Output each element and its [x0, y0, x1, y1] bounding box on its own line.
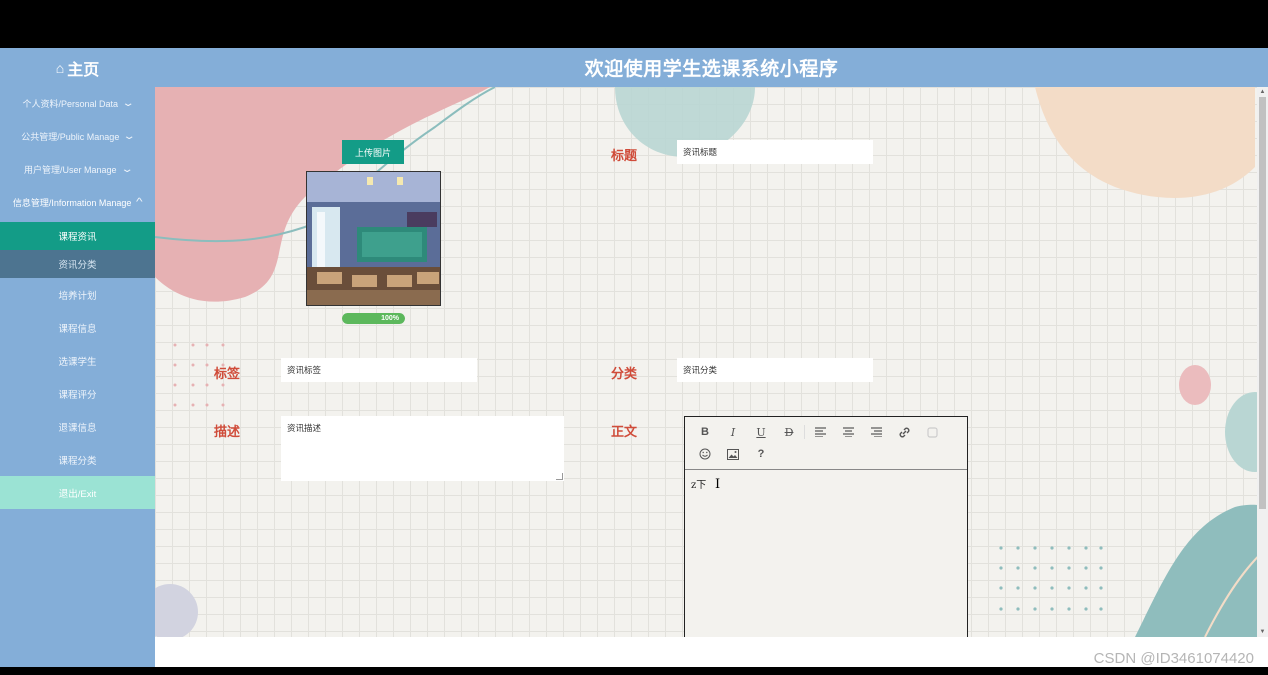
text-cursor-icon: I [715, 477, 721, 492]
progress-fill: 100% [342, 313, 405, 324]
chevron-down-icon: ⌄ [120, 164, 134, 175]
top-black-bar [0, 0, 1268, 48]
sidebar-group-label: 公共管理/Public Manage [21, 132, 120, 142]
category-input[interactable]: 资讯分类 [677, 358, 873, 382]
unlink-icon [926, 426, 938, 438]
main-content: 上传图片 100% 标题 资讯标题 标签 资讯标签 分类 资讯分类 描述 资讯描… [155, 87, 1268, 637]
upload-image-button[interactable]: 上传图片 [342, 140, 404, 164]
resize-handle[interactable] [556, 473, 563, 480]
sidebar-group-public-manage[interactable]: 公共管理/Public Manage ⌄ [0, 120, 155, 153]
scroll-up-arrow-icon[interactable]: ▲ [1257, 87, 1268, 97]
sidebar: 个人资料/Personal Data ⌄ 公共管理/Public Manage … [0, 87, 155, 667]
rich-text-editor: B I U D ? z下 I [684, 416, 968, 637]
sidebar-group-label: 信息管理/Information Manage [12, 198, 132, 208]
sidebar-item-exit[interactable]: 退出/Exit [0, 476, 155, 509]
sidebar-item-enrolled-students[interactable]: 选课学生 [0, 344, 155, 377]
align-center-button[interactable] [834, 421, 862, 443]
home-icon: ⌂ [55, 59, 65, 76]
strikethrough-button[interactable]: D [775, 421, 803, 443]
align-left-icon [814, 427, 826, 437]
link-icon [899, 427, 909, 437]
tag-label: 标签 [214, 366, 241, 381]
smiley-icon [699, 448, 711, 460]
sidebar-group-personal-data[interactable]: 个人资料/Personal Data ⌄ [0, 87, 155, 120]
link-button[interactable] [890, 421, 918, 443]
sidebar-item-training-plan[interactable]: 培养计划 [0, 278, 155, 311]
uploaded-image-preview [306, 171, 441, 306]
sidebar-group-information-manage[interactable]: 信息管理/Information Manage ^ [0, 186, 155, 219]
sidebar-item-course-info[interactable]: 课程信息 [0, 311, 155, 344]
scroll-down-arrow-icon[interactable]: ▼ [1257, 627, 1268, 637]
help-button[interactable]: ? [747, 443, 775, 465]
sidebar-item-course-category[interactable]: 课程分类 [0, 443, 155, 476]
insert-image-button[interactable] [719, 443, 747, 465]
category-label: 分类 [611, 366, 638, 381]
unlink-button[interactable] [918, 421, 946, 443]
sidebar-group-label: 个人资料/Personal Data [22, 99, 119, 109]
underline-button[interactable]: U [747, 421, 775, 443]
toolbar-divider [804, 425, 805, 439]
description-textarea[interactable]: 资讯描述 [281, 416, 564, 481]
align-right-button[interactable] [862, 421, 890, 443]
sidebar-group-label: 用户管理/User Manage [24, 165, 117, 175]
home-link[interactable]: ⌂ 主页 [0, 48, 155, 87]
sidebar-item-course-news[interactable]: 课程资讯 [0, 222, 155, 250]
body-label: 正文 [611, 424, 638, 439]
sidebar-item-course-rating[interactable]: 课程评分 [0, 377, 155, 410]
align-right-icon [870, 427, 882, 437]
image-icon [727, 448, 739, 460]
emoji-button[interactable] [691, 443, 719, 465]
title-label: 标题 [611, 148, 638, 163]
bold-button[interactable]: B [691, 421, 719, 443]
watermark: CSDN @ID3461074420 [1093, 650, 1254, 667]
description-text: 资讯描述 [287, 423, 322, 433]
tag-input[interactable]: 资讯标签 [281, 358, 477, 382]
editor-toolbar: B I U D ? [685, 417, 967, 470]
vertical-scrollbar[interactable]: ▲ ▼ [1257, 87, 1268, 637]
home-label: 主页 [67, 61, 100, 79]
app-header: ⌂ 主页 欢迎使用学生选课系统小程序 [0, 48, 1268, 87]
sidebar-item-news-category[interactable]: 资讯分类 [0, 250, 155, 278]
editor-text: z下 [691, 480, 707, 491]
align-left-button[interactable] [806, 421, 834, 443]
chevron-down-icon: ⌄ [122, 131, 137, 142]
editor-content-area[interactable]: z下 I [685, 470, 967, 497]
description-label: 描述 [214, 424, 241, 439]
chevron-up-icon: ^ [136, 197, 144, 208]
chevron-down-icon: ⌄ [121, 98, 135, 109]
italic-button[interactable]: I [719, 421, 747, 443]
scrollbar-thumb[interactable] [1259, 97, 1266, 509]
title-input[interactable]: 资讯标题 [677, 140, 873, 164]
align-center-icon [842, 427, 854, 437]
page-title: 欢迎使用学生选课系统小程序 [584, 59, 839, 80]
upload-progress-bar: 100% [342, 313, 405, 324]
bottom-black-bar [0, 667, 1268, 675]
sidebar-group-user-manage[interactable]: 用户管理/User Manage ⌄ [0, 153, 155, 186]
sidebar-item-drop-info[interactable]: 退课信息 [0, 410, 155, 443]
